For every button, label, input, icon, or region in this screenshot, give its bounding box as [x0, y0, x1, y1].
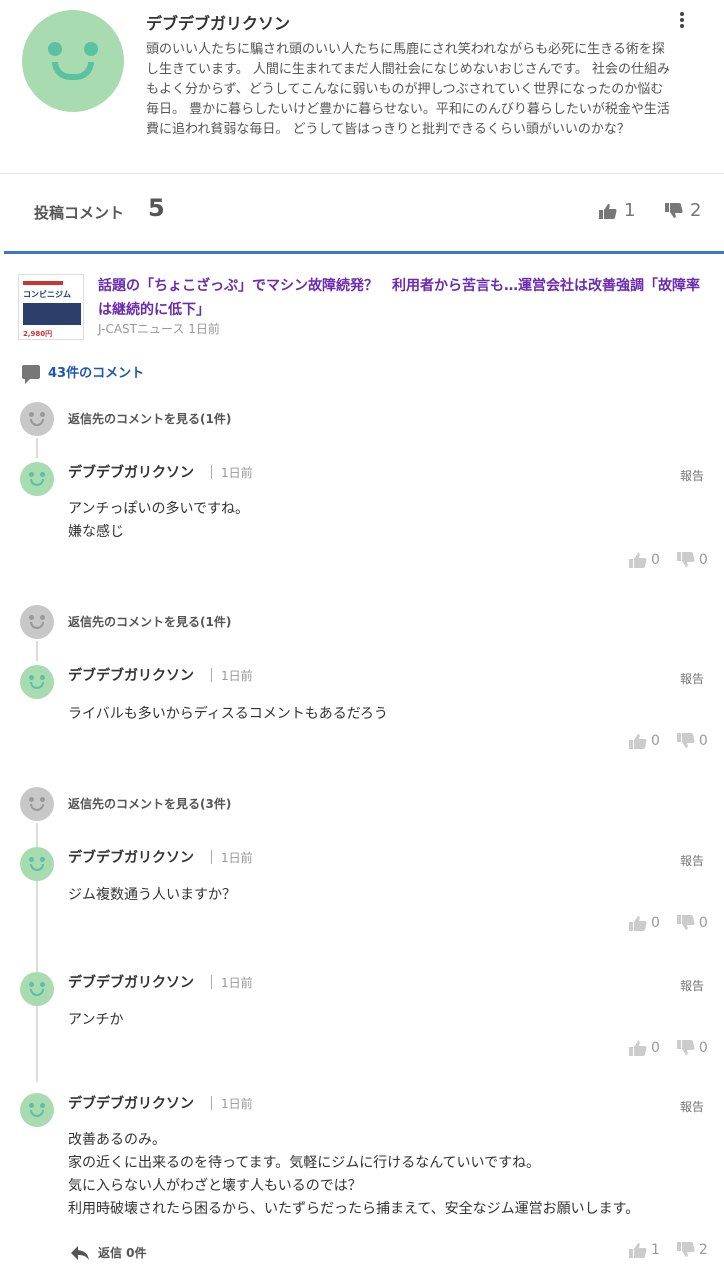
comment-votes: 00 [612, 1040, 708, 1056]
profile-bio: 頭のいい人たちに騙され頭のいい人たちに馬鹿にされ笑われながらも必死に生きる術を探… [146, 42, 670, 137]
profile-header: デブデブガリクソン 頭のいい人たちに騙され頭のいい人たちに馬鹿にされ笑われながら… [0, 0, 724, 174]
total-likes-count: 1 [624, 200, 636, 221]
profile-avatar[interactable] [22, 10, 124, 112]
comment-votes: 00 [612, 915, 708, 931]
comment-body: ジム複数通う人いますか？ [68, 887, 236, 903]
comment-body: ライバルも多いからディスるコメントもあるだろう [68, 706, 388, 722]
parent-avatar[interactable] [20, 402, 54, 436]
dislike-button[interactable]: 0 [676, 915, 708, 931]
like-button[interactable]: 0 [628, 915, 660, 931]
comment-stats: 投稿コメント 5 1 2 [0, 174, 724, 254]
comment-count-label[interactable]: 43件のコメント [48, 362, 144, 381]
comment-body: 改善あるのみ。 家の近くに出来るのを待ってます。気軽にジムに行けるなんていいですね… [68, 1132, 640, 1217]
commenter-name[interactable]: デブデブガリクソン [68, 462, 194, 482]
thread-line [36, 641, 38, 661]
commenter-name[interactable]: デブデブガリクソン [68, 665, 194, 685]
name-separator [211, 975, 212, 989]
like-count: 0 [651, 733, 660, 749]
name-separator [211, 465, 212, 479]
speech-bubble-icon [22, 364, 40, 384]
dislike-count: 0 [698, 915, 708, 931]
comment-body: アンチっぽいの多いですね。 嫌な感じ [68, 501, 250, 540]
dislike-button[interactable]: 2 [676, 1242, 708, 1258]
posted-comments-label: 投稿コメント [34, 204, 125, 222]
like-count: 1 [651, 1242, 660, 1258]
like-button[interactable]: 0 [628, 733, 660, 749]
thumbs-up-icon [629, 1243, 647, 1258]
comment-time: 1日前 [221, 851, 253, 865]
name-separator [211, 668, 212, 682]
commenter-avatar[interactable] [20, 847, 54, 881]
reply-button[interactable]: 返信 0件 [70, 1244, 147, 1261]
commenter-name[interactable]: デブデブガリクソン [68, 1093, 194, 1113]
commenter-avatar[interactable] [20, 972, 54, 1006]
dislike-count: 0 [698, 1040, 708, 1056]
article-thumbnail[interactable]: コンビニジム 2,980円 [18, 274, 84, 340]
total-dislikes: 2 [664, 200, 701, 221]
comment-votes: 12 [612, 1242, 708, 1258]
dislike-count: 0 [698, 733, 708, 749]
thumbs-up-icon [629, 916, 647, 931]
thumbs-up-icon [629, 553, 647, 568]
like-button[interactable]: 1 [628, 1242, 660, 1258]
comment-votes: 00 [612, 552, 708, 568]
thumbs-down-icon [676, 1242, 695, 1257]
reply-button-label: 返信 0件 [98, 1246, 147, 1260]
thumbs-down-icon [676, 733, 695, 748]
thread-line [36, 438, 38, 458]
name-separator [211, 1096, 212, 1110]
comment-time: 1日前 [221, 1097, 253, 1111]
report-link[interactable]: 報告 [680, 977, 704, 994]
commenter-avatar[interactable] [20, 665, 54, 699]
comment-count-link[interactable]: 43件のコメント [22, 362, 144, 384]
dislike-count: 2 [698, 1242, 708, 1258]
thumbs-up-icon [629, 734, 647, 749]
thumbs-down-icon [676, 915, 695, 930]
comment-time: 1日前 [221, 466, 253, 480]
comment-body: アンチか [68, 1012, 124, 1028]
like-count: 0 [651, 915, 660, 931]
thumbs-down-icon [665, 202, 683, 218]
view-parent-comments-link[interactable]: 返信先のコメントを見る(1件) [68, 410, 231, 427]
thumbs-up-icon [629, 1041, 647, 1056]
like-count: 0 [651, 552, 660, 568]
report-link[interactable]: 報告 [680, 852, 704, 869]
comment-time: 1日前 [221, 976, 253, 990]
report-link[interactable]: 報告 [680, 1098, 704, 1115]
parent-avatar[interactable] [20, 787, 54, 821]
like-button[interactable]: 0 [628, 552, 660, 568]
report-link[interactable]: 報告 [680, 467, 704, 484]
article-card[interactable]: コンビニジム 2,980円 話題の「ちょこざっぷ」でマシン故障続発？ 利用者から… [0, 262, 724, 352]
name-separator [211, 850, 212, 864]
thumbs-down-icon [676, 1040, 695, 1055]
reply-arrow-icon [71, 1245, 89, 1260]
dislike-count: 0 [698, 552, 708, 568]
comment-time: 1日前 [221, 669, 253, 683]
report-link[interactable]: 報告 [680, 670, 704, 687]
dislike-button[interactable]: 0 [676, 733, 708, 749]
total-likes: 1 [598, 200, 635, 221]
total-dislikes-count: 2 [690, 200, 702, 221]
dislike-button[interactable]: 0 [676, 1040, 708, 1056]
more-options-icon[interactable] [672, 10, 692, 32]
article-source: J-CASTニュース 1日前 [98, 322, 220, 336]
posted-comments-count: 5 [148, 194, 165, 222]
thumbs-down-icon [676, 552, 695, 567]
like-button[interactable]: 0 [628, 1040, 660, 1056]
commenter-avatar[interactable] [20, 1093, 54, 1127]
section-divider [4, 251, 724, 254]
view-parent-comments-link[interactable]: 返信先のコメントを見る(3件) [68, 795, 231, 812]
comment-votes: 00 [612, 733, 708, 749]
commenter-name[interactable]: デブデブガリクソン [68, 847, 194, 867]
dislike-button[interactable]: 0 [676, 552, 708, 568]
view-parent-comments-link[interactable]: 返信先のコメントを見る(1件) [68, 613, 231, 630]
parent-avatar[interactable] [20, 605, 54, 639]
commenter-name[interactable]: デブデブガリクソン [68, 972, 194, 992]
thumbs-up-icon [599, 203, 617, 219]
like-count: 0 [651, 1040, 660, 1056]
profile-name: デブデブガリクソン [146, 14, 291, 33]
article-title[interactable]: 話題の「ちょこざっぷ」でマシン故障続発？ 利用者から苦言も…運営会社は改善強調「… [98, 274, 708, 322]
commenter-avatar[interactable] [20, 462, 54, 496]
